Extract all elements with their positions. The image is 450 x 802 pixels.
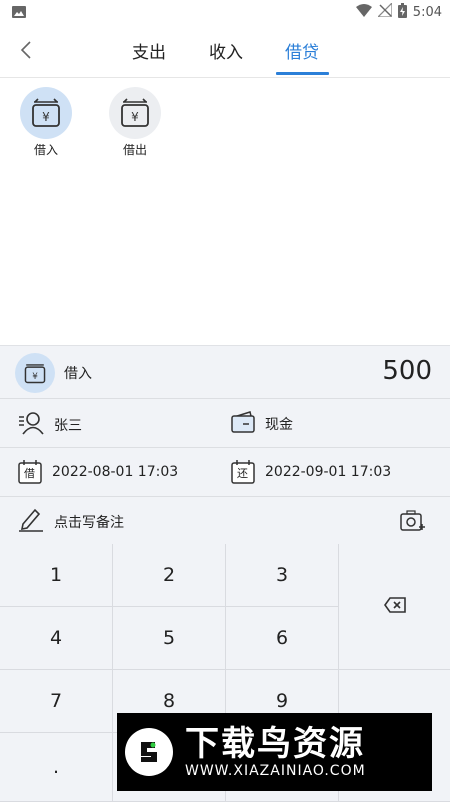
wifi-icon <box>355 3 372 21</box>
wallet-out-icon: ¥ <box>109 87 161 139</box>
status-bar: 5:04 <box>0 0 450 24</box>
clock-text: 5:04 <box>412 4 442 20</box>
person-name: 张三 <box>54 418 82 434</box>
calendar-borrow-icon: 借 <box>18 460 42 484</box>
svg-text:¥: ¥ <box>131 110 139 124</box>
category-borrow-out[interactable]: ¥ 借出 <box>105 87 165 158</box>
key-3[interactable]: 3 <box>226 544 339 607</box>
key-1[interactable]: 1 <box>0 544 113 607</box>
camera-button[interactable] <box>400 509 426 537</box>
watermark-banner: 下载鸟资源 WWW.XIAZAINIAO.COM <box>117 713 432 791</box>
camera-icon <box>400 509 426 537</box>
key-2[interactable]: 2 <box>113 544 226 607</box>
selected-category-icon: ¥ <box>15 353 55 393</box>
tab-income[interactable]: 收入 <box>209 38 243 63</box>
note-field[interactable]: 点击写备注 <box>18 508 124 536</box>
signal-off-icon <box>376 1 393 21</box>
account-field[interactable]: 现金 <box>231 411 293 437</box>
return-date: 2022-09-01 17:03 <box>265 464 392 480</box>
back-icon[interactable] <box>16 38 36 62</box>
note-row: 点击写备注 <box>0 497 450 545</box>
key-4[interactable]: 4 <box>0 607 113 670</box>
pencil-icon <box>18 508 44 536</box>
return-date-field[interactable]: 还 2022-09-01 17:03 <box>231 460 391 484</box>
account-name: 现金 <box>265 417 293 433</box>
calendar-return-icon: 还 <box>231 460 255 484</box>
borrow-date: 2022-08-01 17:03 <box>52 464 179 480</box>
svg-text:¥: ¥ <box>32 372 38 382</box>
category-label: 借出 <box>122 143 147 157</box>
person-field[interactable]: 张三 <box>18 411 82 439</box>
person-icon <box>18 411 44 439</box>
key-dot[interactable]: . <box>0 733 113 802</box>
wallet-icon <box>231 411 255 437</box>
tab-expense[interactable]: 支出 <box>132 38 166 63</box>
backspace-key[interactable] <box>339 544 450 670</box>
amount-display: 500 <box>382 356 432 386</box>
key-7[interactable]: 7 <box>0 670 113 733</box>
watermark-text: 下载鸟资源 WWW.XIAZAINIAO.COM <box>185 725 366 779</box>
category-borrow-in[interactable]: ¥ 借入 <box>16 87 76 158</box>
app-bar: 支出 收入 借贷 <box>0 24 450 78</box>
bird-logo-icon <box>125 728 173 776</box>
image-icon <box>12 3 26 22</box>
wallet-in-icon: ¥ <box>20 87 72 139</box>
backspace-icon <box>383 596 406 618</box>
return-badge: 还 <box>237 467 248 480</box>
battery-icon <box>397 2 407 22</box>
watermark-url: WWW.XIAZAINIAO.COM <box>185 763 366 779</box>
person-account-row: 张三 现金 <box>0 399 450 448</box>
svg-text:¥: ¥ <box>42 110 50 124</box>
borrow-badge: 借 <box>24 467 35 480</box>
note-placeholder: 点击写备注 <box>54 515 124 531</box>
borrow-date-field[interactable]: 借 2022-08-01 17:03 <box>18 460 178 484</box>
amount-row: ¥ 借入 500 <box>0 346 450 399</box>
watermark-title: 下载鸟资源 <box>185 724 365 764</box>
tab-indicator <box>276 72 329 75</box>
entry-type-label: 借入 <box>64 366 92 382</box>
tab-loan[interactable]: 借贷 <box>285 38 319 63</box>
category-label: 借入 <box>33 143 58 157</box>
key-6[interactable]: 6 <box>226 607 339 670</box>
date-row: 借 2022-08-01 17:03 还 2022-09-01 17:03 <box>0 448 450 497</box>
key-5[interactable]: 5 <box>113 607 226 670</box>
